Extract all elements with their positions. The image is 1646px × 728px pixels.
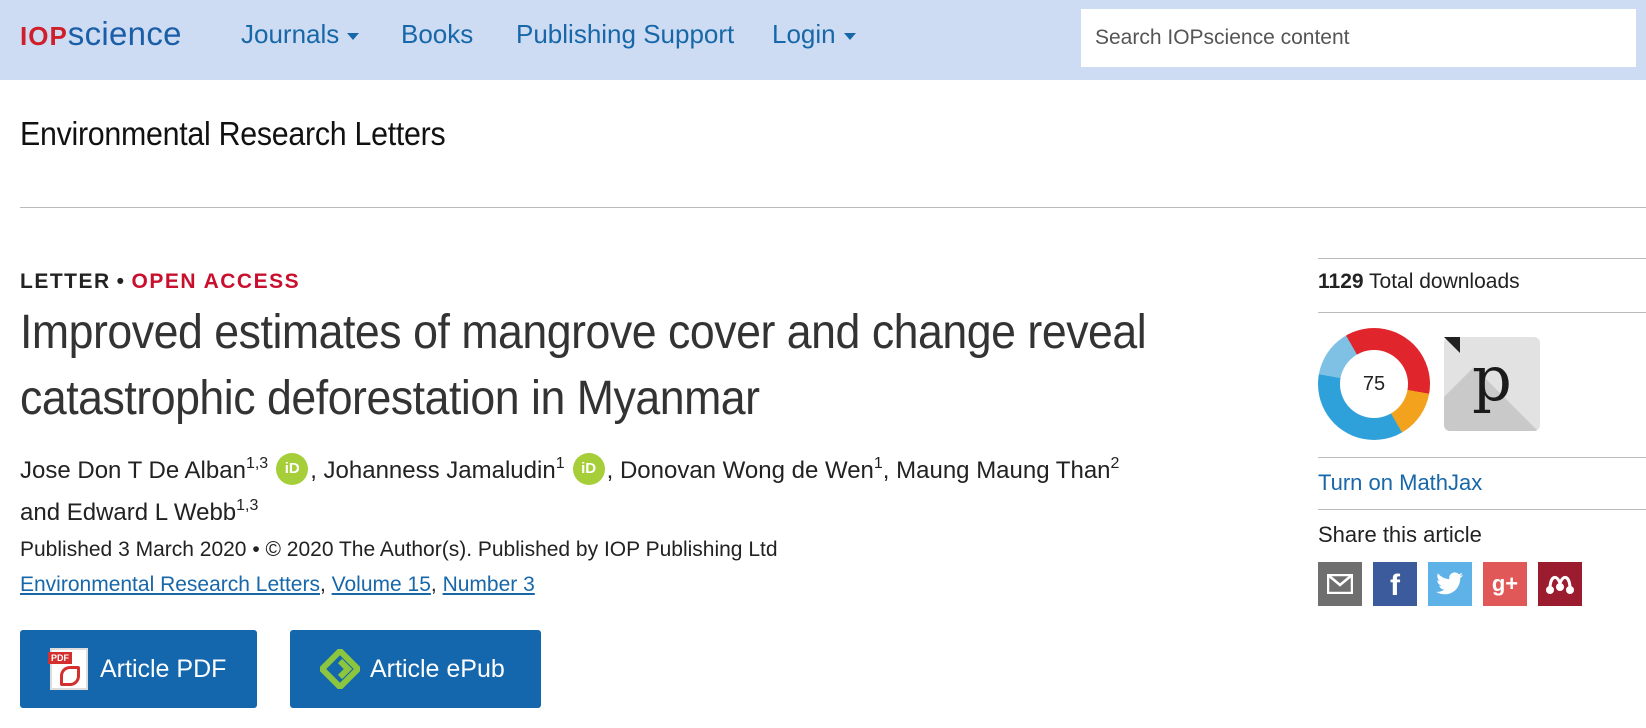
logo-iop: IOP [20, 21, 68, 51]
bird-glyph [1436, 572, 1463, 595]
sidebar-divider [1318, 312, 1646, 313]
author-and: and [20, 499, 67, 526]
author-affiliation[interactable]: 2 [1111, 455, 1120, 472]
pdf-icon: PDF [48, 648, 88, 690]
citation-links: Environmental Research Letters, Volume 1… [20, 573, 535, 597]
issue-link[interactable]: Number 3 [443, 573, 535, 596]
mendeley-icon[interactable] [1538, 562, 1582, 606]
divider [20, 207, 1646, 208]
epub-icon [320, 649, 360, 689]
sidebar-divider [1318, 258, 1646, 259]
downloads-count: 1129 [1318, 270, 1364, 293]
nav-login-label: Login [772, 19, 836, 49]
nav-books-label: Books [401, 19, 474, 49]
envelope-glyph [1327, 574, 1353, 594]
orcid-icon[interactable]: iD [276, 452, 309, 485]
article-kicker: LETTER • OPEN ACCESS [20, 270, 300, 294]
pdf-tag: PDF [48, 652, 72, 664]
altmetric-donut-icon[interactable]: 75 [1318, 328, 1430, 440]
logo-science: science [67, 15, 182, 52]
journal-title[interactable]: Environmental Research Letters [20, 115, 446, 153]
google-plus-icon[interactable]: g+ [1483, 562, 1527, 606]
article-epub-button[interactable]: Article ePub [290, 630, 541, 708]
orcid-icon[interactable]: iD [572, 452, 605, 485]
author-separator: , [310, 457, 324, 484]
nav-publishing-support[interactable]: Publishing Support [516, 18, 734, 50]
author-name[interactable]: Edward L Webb [67, 499, 236, 526]
article-pdf-button[interactable]: PDF Article PDF [20, 630, 257, 708]
iopscience-logo[interactable]: IOPscience [20, 16, 182, 54]
nav-login[interactable]: Login [772, 18, 856, 50]
author-affiliation[interactable]: 1,3 [246, 455, 268, 472]
google-plus-glyph: g+ [1491, 571, 1519, 596]
author-separator: , [882, 457, 897, 484]
mail-icon[interactable] [1318, 562, 1362, 606]
author-affiliation[interactable]: 1 [556, 455, 565, 472]
plumx-corner [1444, 337, 1460, 353]
publication-info: Published 3 March 2020 • © 2020 The Auth… [20, 538, 778, 561]
search-input[interactable] [1081, 9, 1636, 67]
author-name[interactable]: Johanness Jamaludin [324, 457, 556, 484]
total-downloads: 1129 Total downloads [1318, 270, 1520, 294]
altmetric-score: 75 [1340, 350, 1408, 418]
author-name[interactable]: Jose Don T De Alban [20, 457, 246, 484]
article-epub-label: Article ePub [370, 654, 505, 683]
turn-on-mathjax-link[interactable]: Turn on MathJax [1318, 470, 1482, 496]
volume-link[interactable]: Volume 15 [332, 573, 431, 596]
article-pdf-label: Article PDF [100, 654, 227, 683]
article-title: Improved estimates of mangrove cover and… [20, 306, 1147, 425]
chevron-down-icon [843, 32, 856, 40]
citation-separator: , [430, 573, 443, 596]
top-navigation-bar: IOPscience Journals Books Publishing Sup… [0, 0, 1646, 80]
journal-link[interactable]: Environmental Research Letters [20, 573, 320, 596]
acrobat-swirl-icon [60, 666, 80, 686]
article-type: LETTER [20, 270, 111, 293]
author-affiliation[interactable]: 1 [874, 455, 883, 472]
downloads-label: Total downloads [1363, 270, 1520, 293]
author-affiliation[interactable]: 1,3 [236, 497, 258, 514]
nav-journals-label: Journals [241, 19, 340, 49]
sidebar-divider [1318, 457, 1646, 458]
mendeley-glyph [1546, 576, 1574, 594]
twitter-icon[interactable] [1428, 562, 1472, 606]
kicker-bullet: • [116, 270, 126, 293]
share-title: Share this article [1318, 522, 1482, 547]
author-list: Jose Don T De Alban1,3 iD, Johanness Jama… [20, 450, 1250, 534]
author-separator: , [606, 457, 620, 484]
sidebar-divider [1318, 509, 1646, 510]
author-name[interactable]: Maung Maung Than [896, 457, 1110, 484]
facebook-glyph: f [1390, 569, 1400, 602]
citation-separator: , [319, 573, 332, 596]
facebook-icon[interactable]: f [1373, 562, 1417, 606]
chevron-down-icon [347, 32, 360, 40]
open-access-label: OPEN ACCESS [131, 270, 301, 293]
author-name[interactable]: Donovan Wong de Wen [620, 457, 874, 484]
nav-books[interactable]: Books [401, 18, 473, 50]
nav-publishing-support-label: Publishing Support [516, 19, 735, 49]
nav-journals[interactable]: Journals [241, 18, 360, 50]
